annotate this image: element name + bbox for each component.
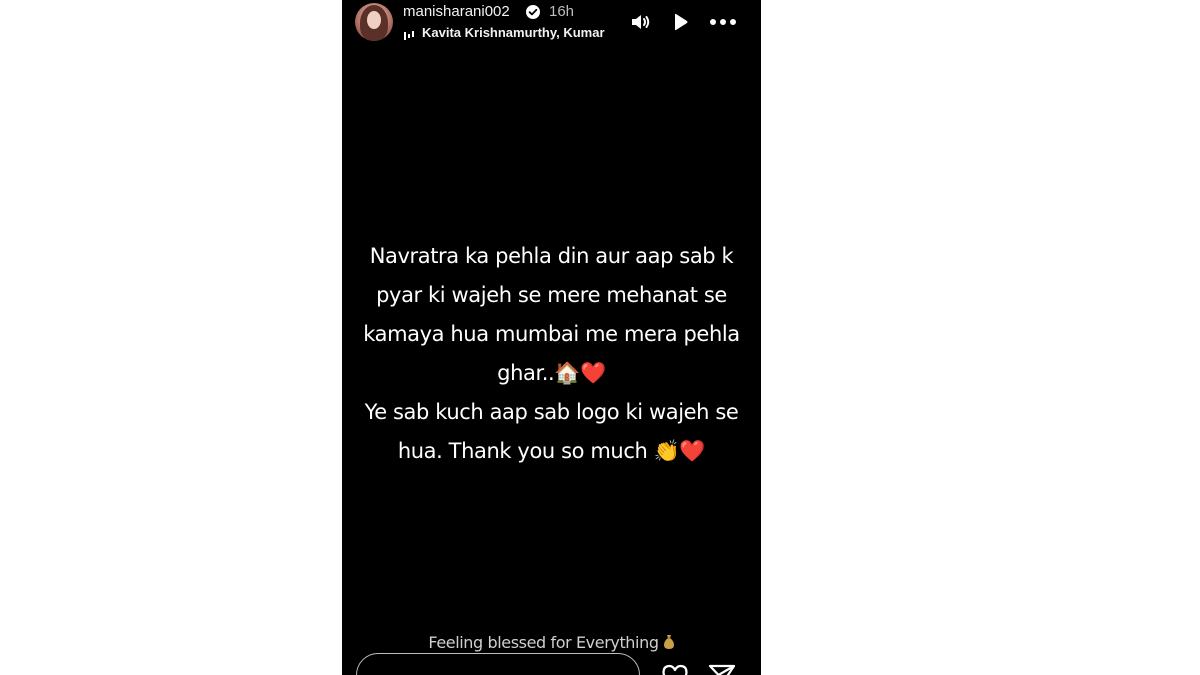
story-viewer[interactable]: manisharani002 16h Kavita Krishnamurthy,… (342, 0, 761, 675)
money-bag-icon (663, 634, 675, 650)
story-text-line: Navratra ka pehla din aur aap sab k (369, 244, 734, 268)
sound-toggle-button[interactable] (629, 10, 653, 34)
author-username[interactable]: manisharani002 (403, 3, 510, 20)
music-track-label[interactable]: Kavita Krishnamurthy, Kumar (422, 25, 605, 40)
story-text-line: Ye sab kuch aap sab logo ki wajeh se (364, 400, 739, 424)
story-text-line: kamaya hua mumbai me mera pehla (363, 322, 740, 346)
verified-badge-icon (526, 5, 540, 19)
more-options-button[interactable] (709, 10, 736, 34)
music-bars-icon (403, 27, 415, 40)
like-button[interactable] (661, 663, 689, 675)
speaker-icon (632, 15, 650, 29)
play-icon (675, 13, 688, 31)
story-text-line: pyar ki wajeh se mere mehanat se (376, 283, 727, 307)
story-text: Navratra ka pehla din aur aap sab k pyar… (360, 237, 743, 471)
share-button[interactable] (708, 663, 736, 675)
story-text-line: ghar..🏠❤️ (497, 361, 606, 385)
avatar[interactable] (355, 3, 393, 41)
reply-input[interactable] (356, 653, 640, 675)
story-caption: Feeling blessed for Everything (342, 633, 761, 652)
post-timestamp: 16h (549, 3, 575, 20)
play-button[interactable] (668, 10, 692, 34)
send-icon (708, 664, 736, 675)
caption-text: Feeling blessed for Everything (428, 633, 659, 652)
story-header: manisharani002 16h Kavita Krishnamurthy,… (342, 0, 761, 48)
avatar-face (367, 11, 381, 29)
story-text-line: hua. Thank you so much 👏❤️ (397, 439, 706, 463)
heart-icon (662, 664, 688, 675)
page: manisharani002 16h Kavita Krishnamurthy,… (0, 0, 1200, 675)
more-dots-icon (710, 19, 736, 25)
